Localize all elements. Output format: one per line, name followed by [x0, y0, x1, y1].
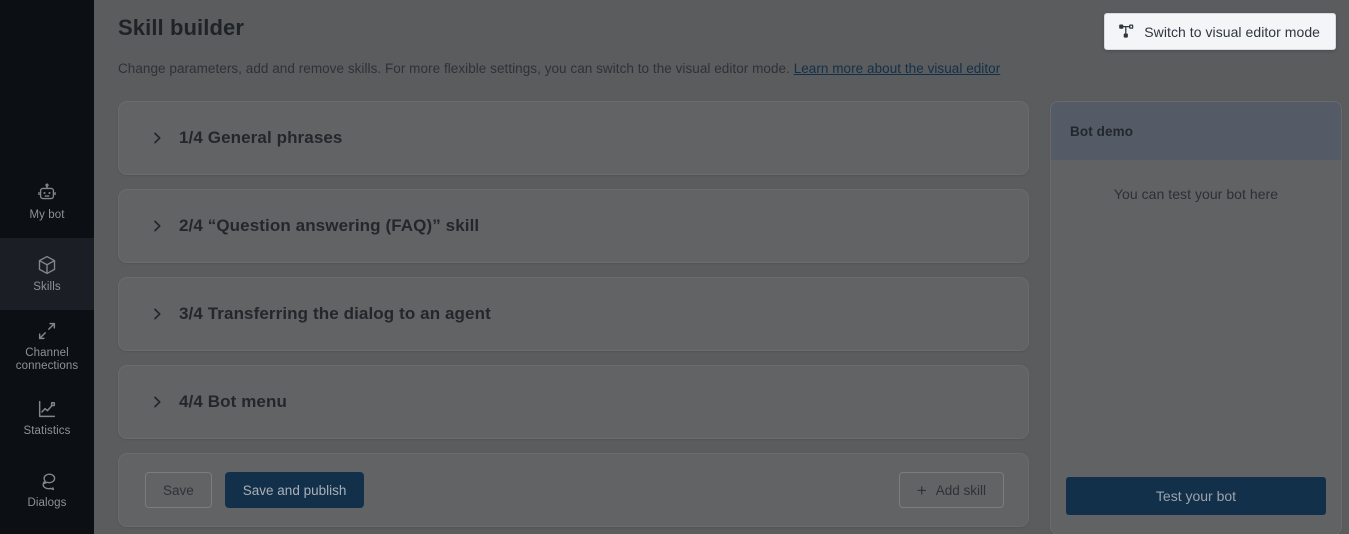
sidebar-item-label: Dialogs: [27, 497, 67, 509]
bot-demo-header: Bot demo: [1051, 102, 1341, 160]
connections-icon: [36, 320, 58, 342]
chevron-right-icon: [149, 306, 165, 322]
sidebar-item-channel-connections[interactable]: Channel connections: [0, 310, 94, 382]
sidebar-item-label: Channel connections: [15, 346, 79, 372]
sidebar: My bot Skills Channel connections Statis…: [0, 0, 94, 534]
chat-bubbles-icon: [36, 470, 58, 492]
skill-accordion-row[interactable]: 3/4 Transferring the dialog to an agent: [118, 277, 1029, 351]
skill-accordion-row[interactable]: 1/4 General phrases: [118, 101, 1029, 175]
skills-column: 1/4 General phrases 2/4 “Question answer…: [118, 101, 1029, 527]
switch-to-visual-editor-label: Switch to visual editor mode: [1144, 23, 1320, 40]
visual-editor-learn-more-link[interactable]: Learn more about the visual editor: [794, 61, 1001, 76]
bot-demo-hint: You can test your bot here: [1113, 186, 1279, 202]
skill-title: 1/4 General phrases: [179, 128, 343, 147]
flow-diagram-icon: [1118, 23, 1135, 40]
page-subtitle-text: Change parameters, add and remove skills…: [118, 61, 790, 76]
add-skill-button[interactable]: + Add skill: [898, 472, 1004, 508]
sidebar-item-statistics[interactable]: Statistics: [0, 382, 94, 454]
bot-demo-footer: Test your bot: [1051, 477, 1341, 534]
cube-icon: [36, 254, 58, 276]
actions-bar: Save Save and publish + Add skill: [118, 453, 1029, 527]
plus-icon: +: [916, 480, 927, 500]
line-chart-icon: [36, 398, 58, 420]
sidebar-item-label: Statistics: [23, 425, 71, 437]
bot-demo-title: Bot demo: [1070, 123, 1134, 139]
skill-accordion-row[interactable]: 4/4 Bot menu: [118, 365, 1029, 439]
sidebar-item-label: Skills: [33, 281, 61, 293]
switch-to-visual-editor-button[interactable]: Switch to visual editor mode: [1104, 13, 1336, 50]
save-button[interactable]: Save: [145, 472, 212, 508]
page-subtitle: Change parameters, add and remove skills…: [118, 61, 1323, 76]
skill-title: 2/4 “Question answering (FAQ)” skill: [179, 216, 480, 235]
sidebar-item-dialogs[interactable]: Dialogs: [0, 454, 94, 526]
skill-title: 4/4 Bot menu: [179, 392, 287, 411]
chevron-right-icon: [149, 130, 165, 146]
test-your-bot-button[interactable]: Test your bot: [1066, 477, 1326, 515]
skill-accordion-row[interactable]: 2/4 “Question answering (FAQ)” skill: [118, 189, 1029, 263]
sidebar-item-label: My bot: [29, 209, 65, 221]
sidebar-item-skills[interactable]: Skills: [0, 238, 94, 310]
chevron-right-icon: [149, 218, 165, 234]
bot-demo-body: You can test your bot here: [1051, 160, 1341, 477]
bot-demo-panel: Bot demo You can test your bot here Test…: [1050, 101, 1342, 534]
content-row: 1/4 General phrases 2/4 “Question answer…: [118, 101, 1342, 534]
main-content: Skill builder Change parameters, add and…: [94, 0, 1349, 534]
bot-demo-column: Bot demo You can test your bot here Test…: [1050, 101, 1342, 534]
save-and-publish-button[interactable]: Save and publish: [224, 472, 365, 508]
sidebar-item-my-bot[interactable]: My bot: [0, 166, 94, 238]
add-skill-label: Add skill: [935, 482, 986, 498]
robot-icon: [36, 182, 58, 204]
app-root: My bot Skills Channel connections Statis…: [0, 0, 1349, 534]
skill-title: 3/4 Transferring the dialog to an agent: [179, 304, 491, 323]
chevron-right-icon: [149, 394, 165, 410]
